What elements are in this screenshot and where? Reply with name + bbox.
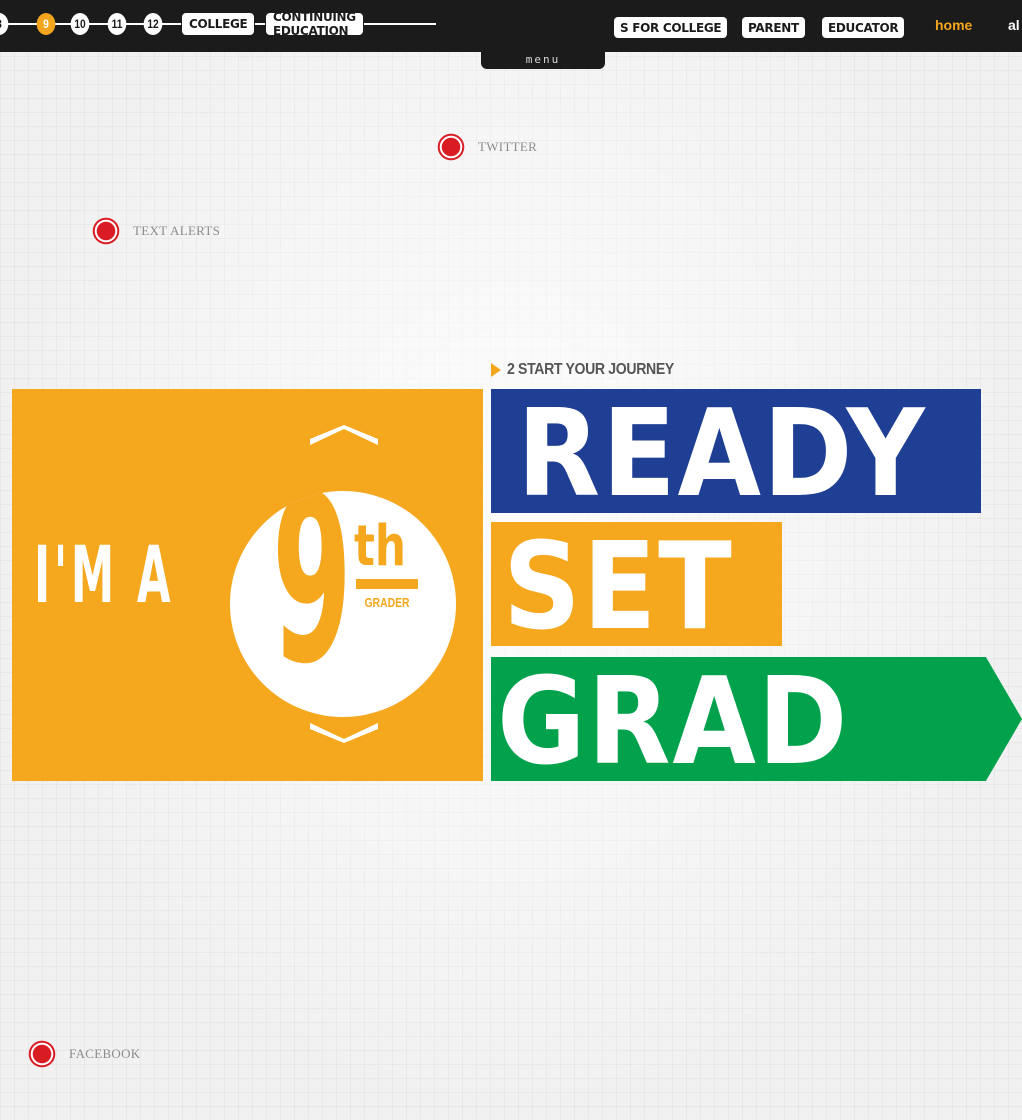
social-dot-icon: [91, 216, 121, 246]
chevron-down-icon[interactable]: [308, 721, 380, 743]
nav-next-link[interactable]: al: [1008, 17, 1020, 33]
timeline-continuing-education[interactable]: CONTINUING EDUCATION: [265, 10, 364, 38]
audience-student-link[interactable]: S FOR COLLEGE: [614, 17, 728, 38]
audience-educator-link[interactable]: EDUCATOR: [822, 17, 905, 38]
social-dot-icon: [27, 1039, 57, 1069]
grade-suffix: th: [354, 514, 406, 579]
top-navigation-bar: 8 9 10 11 12 COLLEGE CONTINUING EDUCATIO…: [0, 0, 1022, 52]
twitter-link[interactable]: TWITTER: [436, 132, 537, 162]
play-arrow-icon: [491, 363, 501, 377]
ready-banner: READY: [491, 389, 981, 513]
ready-text: READY: [517, 389, 927, 514]
chevron-up-icon[interactable]: [308, 425, 380, 447]
start-journey-heading: 2 START YOUR JOURNEY: [491, 361, 697, 379]
set-banner: SET: [491, 522, 782, 646]
timeline-grade-12[interactable]: 12: [143, 13, 163, 35]
social-dot-icon: [436, 132, 466, 162]
im-a-text: I'M A: [34, 531, 175, 621]
timeline-grade-8[interactable]: 8: [0, 13, 9, 35]
grade-selector-card: I'M A 9 th GRADER: [12, 389, 483, 781]
menu-toggle[interactable]: menu: [481, 50, 605, 69]
twitter-label: TWITTER: [478, 139, 538, 154]
grad-text: GRAD: [497, 657, 850, 782]
nav-home-link[interactable]: home: [935, 17, 972, 33]
grade-underline: [356, 579, 418, 589]
start-journey-text: 2 START YOUR JOURNEY: [507, 361, 674, 378]
timeline-grade-10[interactable]: 10: [70, 13, 90, 35]
facebook-link[interactable]: FACEBOOK: [27, 1039, 141, 1069]
grad-banner[interactable]: GRAD: [491, 657, 1022, 781]
grade-badge: 9 th GRADER: [230, 491, 456, 717]
facebook-label: FACEBOOK: [69, 1046, 141, 1061]
timeline-grade-9[interactable]: 9: [36, 13, 56, 35]
grade-number: 9: [272, 491, 353, 715]
grader-label: GRADER: [364, 595, 410, 610]
text-alerts-link[interactable]: TEXT ALERTS: [91, 216, 220, 246]
set-text: SET: [503, 522, 734, 647]
timeline-college[interactable]: COLLEGE: [181, 12, 256, 36]
text-alerts-label: TEXT ALERTS: [133, 223, 221, 238]
audience-parent-link[interactable]: PARENT: [742, 17, 805, 38]
timeline-grade-11[interactable]: 11: [107, 13, 127, 35]
